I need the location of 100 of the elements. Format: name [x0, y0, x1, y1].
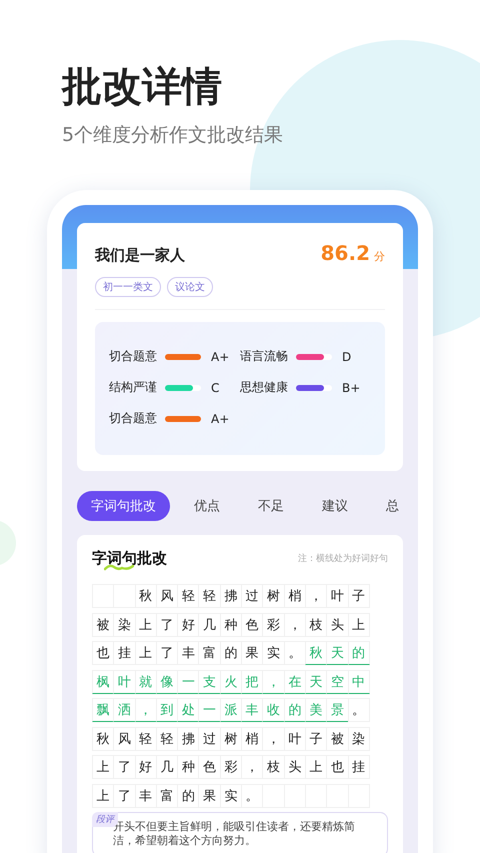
metric-grade: B+ — [342, 380, 360, 394]
character: 枝 — [262, 755, 285, 779]
highlighted-character: 支 — [198, 670, 221, 694]
character: 了 — [113, 784, 136, 808]
tag: 议论文 — [167, 277, 213, 297]
metric-name: 语言流畅 — [240, 348, 289, 365]
character: 种 — [177, 755, 200, 779]
headline: 批改详情 — [62, 63, 223, 112]
character: 梢 — [284, 584, 306, 608]
character: 轻 — [177, 584, 200, 608]
metric-grade: A+ — [211, 412, 230, 426]
character: 色 — [241, 612, 264, 636]
character: 过 — [241, 584, 264, 608]
tag: 初一一类文 — [95, 277, 161, 297]
character: 上 — [134, 641, 157, 665]
character: 树 — [262, 584, 285, 608]
character: ， — [241, 755, 264, 779]
tab[interactable]: 字词句批改 — [77, 491, 170, 521]
highlighted-character: 一 — [198, 698, 221, 722]
highlighted-character: 就 — [134, 670, 157, 694]
highlighted-character: 派 — [220, 698, 242, 722]
highlighted-character: 火 — [220, 670, 242, 694]
section-title: 字词句批改 — [92, 549, 167, 567]
metric-grade: C — [211, 380, 220, 394]
highlighted-character: 空 — [326, 670, 349, 694]
highlighted-character: 的 — [284, 698, 306, 722]
character: 丰 — [134, 784, 157, 808]
tab[interactable]: 不足 — [244, 491, 298, 521]
highlighted-character: ， — [134, 698, 157, 722]
character: 丰 — [177, 641, 200, 665]
character: 轻 — [198, 584, 221, 608]
character: 挂 — [113, 641, 136, 665]
highlighted-character: 天 — [326, 641, 349, 665]
character: 果 — [241, 641, 264, 665]
character: 风 — [113, 726, 136, 750]
character: 色 — [198, 755, 221, 779]
character: 也 — [326, 755, 349, 779]
character: 叶 — [284, 726, 306, 750]
character: 风 — [156, 584, 178, 608]
tab[interactable]: 建议 — [308, 491, 362, 521]
tab[interactable]: 优点 — [180, 491, 234, 521]
character: 拂 — [177, 726, 200, 750]
character: 。 — [348, 698, 370, 722]
metric-name: 思想健康 — [240, 379, 289, 396]
highlighted-character: 一 — [177, 670, 200, 694]
character: 几 — [198, 612, 221, 636]
highlighted-character: 在 — [284, 670, 306, 694]
tab[interactable]: 总 — [372, 491, 413, 521]
character: 过 — [198, 726, 221, 750]
highlighted-character: 景 — [326, 698, 349, 722]
character: 拂 — [220, 584, 242, 608]
character: 彩 — [220, 755, 242, 779]
highlighted-character: 收 — [262, 698, 285, 722]
highlighted-character: 洒 — [113, 698, 136, 722]
character: 好 — [134, 755, 157, 779]
character: 果 — [198, 784, 221, 808]
character: 被 — [326, 726, 349, 750]
character: 上 — [92, 755, 114, 779]
highlighted-character: 的 — [348, 641, 370, 665]
highlighted-character: 丰 — [241, 698, 264, 722]
highlighted-character: 秋 — [304, 641, 328, 665]
metric-name: 切合题意 — [109, 348, 158, 365]
character: 实 — [262, 641, 285, 665]
character: 挂 — [348, 755, 370, 779]
character: 树 — [220, 726, 242, 750]
highlighted-character: 叶 — [113, 670, 136, 694]
character: 好 — [177, 612, 200, 636]
highlighted-character: ， — [262, 670, 285, 694]
character: 叶 — [326, 584, 349, 608]
highlighted-character: 像 — [156, 670, 178, 694]
character: 。 — [284, 641, 306, 665]
character: 上 — [92, 784, 114, 808]
character: 秋 — [92, 726, 114, 750]
character: 轻 — [156, 726, 178, 750]
metric-grade: A+ — [211, 350, 230, 364]
character: 富 — [156, 784, 178, 808]
highlighted-character: 天 — [304, 670, 328, 694]
metric-name: 切合题意 — [109, 410, 158, 427]
character: 被 — [92, 612, 114, 636]
character: 的 — [220, 641, 242, 665]
highlighted-character: 到 — [156, 698, 178, 722]
highlighted-character: 枫 — [92, 670, 114, 694]
highlighted-character: 中 — [348, 670, 370, 694]
note: 注：横线处为好词好句 — [298, 552, 388, 565]
metric-name: 结构严谨 — [109, 379, 158, 396]
character: 了 — [113, 755, 136, 779]
essay-title: 我们是一家人 — [95, 246, 185, 265]
character: 了 — [156, 641, 178, 665]
metric-grade: D — [342, 350, 352, 364]
character: 的 — [177, 784, 200, 808]
highlighted-character: 飘 — [92, 698, 114, 722]
character: 实 — [220, 784, 242, 808]
highlighted-character: 处 — [177, 698, 200, 722]
character: 几 — [156, 755, 178, 779]
character: 彩 — [262, 612, 285, 636]
character: 富 — [198, 641, 221, 665]
character: 秋 — [134, 584, 157, 608]
score-unit: 分 — [374, 250, 385, 263]
character: 头 — [284, 755, 306, 779]
character: 了 — [156, 612, 178, 636]
